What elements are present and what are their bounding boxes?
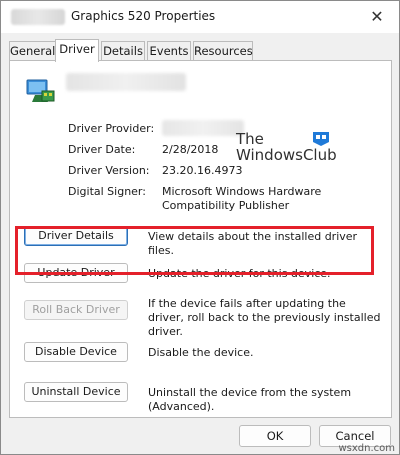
tab-general[interactable]: General bbox=[9, 41, 56, 61]
blurred-title-prefix bbox=[11, 9, 65, 25]
disable-device-button[interactable]: Disable Device bbox=[24, 342, 128, 362]
thewindowsclub-watermark: The WindowsClub bbox=[236, 131, 337, 164]
tab-details[interactable]: Details bbox=[101, 41, 145, 61]
roll-back-driver-button[interactable]: Roll Back Driver bbox=[24, 300, 128, 320]
ok-button[interactable]: OK bbox=[239, 425, 311, 447]
tab-driver[interactable]: Driver bbox=[55, 39, 99, 62]
windowsclub-logo-icon bbox=[313, 132, 329, 146]
digital-signer-value: Microsoft Windows Hardware Compatibility… bbox=[162, 185, 322, 212]
watermark-line2: WindowsClub bbox=[236, 146, 337, 164]
title-bar: Graphics 520 Properties ✕ bbox=[1, 1, 399, 33]
display-adapter-icon bbox=[26, 79, 55, 102]
driver-provider-label: Driver Provider: bbox=[68, 122, 155, 135]
blurred-driver-provider bbox=[162, 120, 244, 136]
roll-back-driver-description: If the device fails after updating the d… bbox=[148, 297, 381, 338]
driver-version-value: 23.20.16.4973 bbox=[162, 164, 243, 177]
driver-date-label: Driver Date: bbox=[68, 143, 136, 156]
roll-back-highlight-box bbox=[15, 226, 374, 275]
uninstall-device-description: Uninstall the device from the system (Ad… bbox=[148, 386, 352, 413]
tab-strip: General Driver Details Events Resources bbox=[9, 39, 393, 62]
close-button[interactable]: ✕ bbox=[363, 5, 391, 29]
window-title: Graphics 520 Properties bbox=[71, 9, 216, 23]
driver-version-label: Driver Version: bbox=[68, 164, 150, 177]
tab-events[interactable]: Events bbox=[147, 41, 191, 61]
uninstall-device-button[interactable]: Uninstall Device bbox=[24, 382, 128, 402]
properties-window: Graphics 520 Properties ✕ General Driver… bbox=[0, 0, 400, 455]
tab-resources[interactable]: Resources bbox=[193, 41, 253, 61]
site-watermark: wsxdn.com bbox=[338, 443, 395, 454]
blurred-device-name bbox=[66, 73, 186, 91]
disable-device-description: Disable the device. bbox=[148, 346, 254, 359]
driver-date-value: 2/28/2018 bbox=[162, 143, 219, 156]
digital-signer-label: Digital Signer: bbox=[68, 185, 146, 198]
